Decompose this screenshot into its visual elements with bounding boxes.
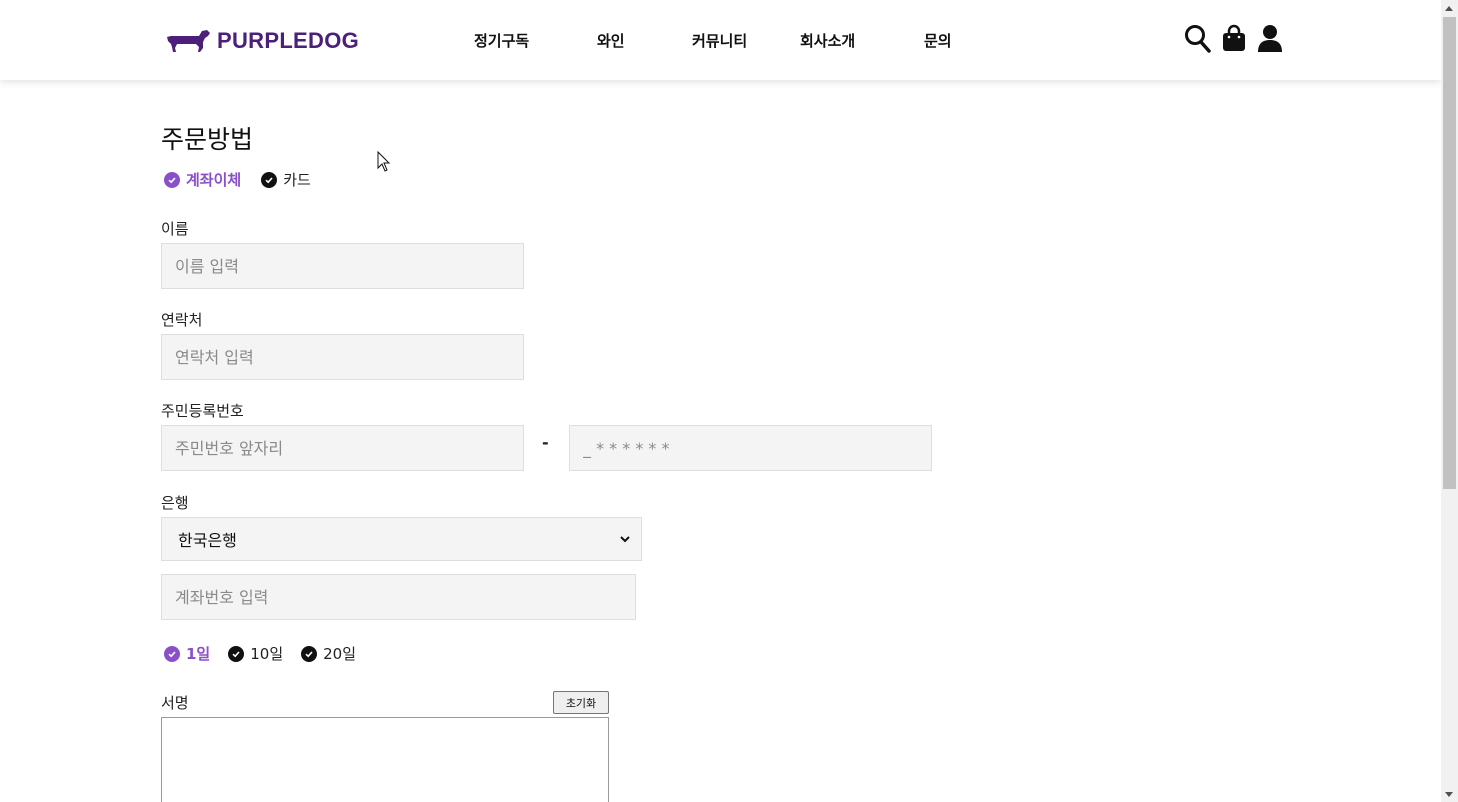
signature-label: 서명 — [161, 694, 189, 712]
pay-day-label: 20일 — [323, 645, 357, 663]
rrn-front-input[interactable] — [161, 425, 524, 471]
payment-option-label: 계좌이체 — [186, 171, 242, 189]
scroll-thumb[interactable] — [1443, 17, 1456, 489]
nav-contact[interactable]: 문의 — [924, 30, 952, 51]
reset-signature-button[interactable]: 초기화 — [553, 691, 609, 714]
pay-day-group: 1일 10일 20일 — [164, 643, 376, 664]
logo[interactable]: PURPLEDOG — [165, 26, 359, 56]
nav-about[interactable]: 회사소개 — [800, 30, 855, 51]
user-icon[interactable] — [1257, 24, 1283, 58]
rrn-back-input[interactable] — [569, 425, 932, 471]
payment-option-label: 카드 — [283, 171, 311, 189]
logo-text: PURPLEDOG — [217, 28, 360, 53]
nav-community[interactable]: 커뮤니티 — [692, 30, 747, 51]
account-number-input[interactable] — [161, 574, 636, 620]
pay-day-option-1[interactable]: 1일 — [164, 643, 210, 664]
search-icon[interactable] — [1184, 24, 1212, 58]
page-title: 주문방법 — [161, 125, 254, 154]
bank-label: 은행 — [161, 494, 189, 512]
pay-day-label: 10일 — [250, 645, 284, 663]
phone-label: 연락처 — [161, 311, 203, 329]
check-circle-icon — [164, 171, 180, 188]
scroll-up-icon[interactable] — [1445, 6, 1453, 11]
chevron-down-icon — [620, 536, 630, 543]
phone-input[interactable] — [161, 334, 524, 380]
nav-subscription[interactable]: 정기구독 — [474, 30, 529, 51]
site-header: PURPLEDOG 정기구독 와인 커뮤니티 회사소개 문의 — [0, 0, 1441, 80]
rrn-label: 주민등록번호 — [161, 402, 244, 420]
pay-day-label: 1일 — [186, 645, 211, 663]
scrollbar[interactable] — [1441, 0, 1458, 802]
check-circle-icon — [261, 171, 278, 188]
payment-option-card[interactable]: 카드 — [261, 169, 311, 190]
scroll-down-icon[interactable] — [1445, 792, 1453, 797]
name-label: 이름 — [161, 220, 189, 238]
check-circle-icon — [164, 645, 180, 662]
mouse-cursor-icon — [377, 151, 391, 172]
rrn-separator: - — [542, 433, 549, 452]
payment-option-transfer[interactable]: 계좌이체 — [164, 169, 241, 190]
bank-select-value: 한국은행 — [178, 531, 237, 550]
pay-day-option-20[interactable]: 20일 — [301, 643, 356, 664]
nav-wine[interactable]: 와인 — [597, 30, 625, 51]
pay-day-option-10[interactable]: 10일 — [228, 643, 283, 664]
shopping-bag-icon[interactable] — [1222, 24, 1246, 58]
check-circle-icon — [301, 645, 318, 662]
check-circle-icon — [228, 645, 245, 662]
signature-canvas[interactable] — [161, 717, 609, 802]
dachshund-logo-icon — [167, 30, 210, 52]
payment-method-group: 계좌이체 카드 — [164, 169, 331, 190]
bank-select[interactable]: 한국은행 — [161, 517, 642, 561]
name-input[interactable] — [161, 243, 524, 289]
